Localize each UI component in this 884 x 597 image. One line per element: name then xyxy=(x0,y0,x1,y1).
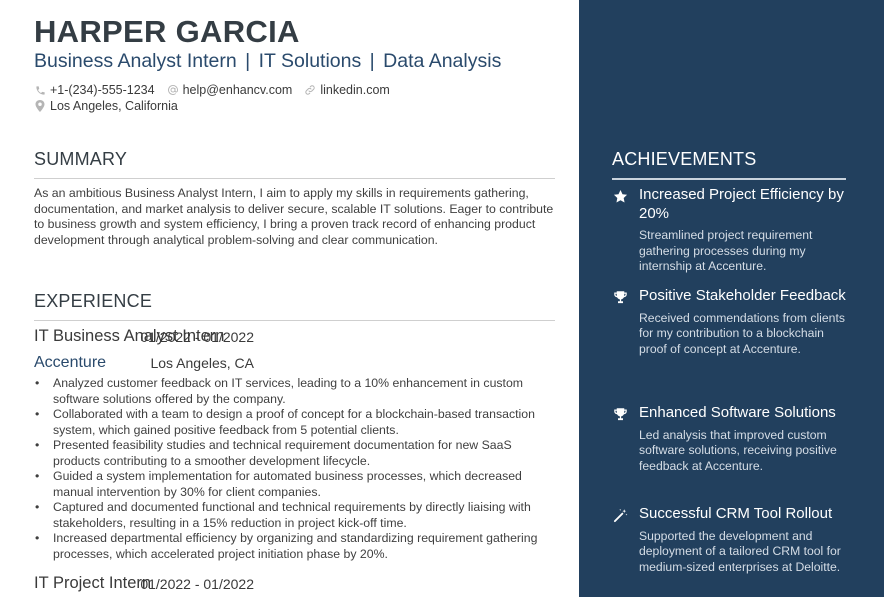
bullet-text: Increased departmental efficiency by org… xyxy=(53,531,538,561)
contact-email[interactable]: help@enhancv.com xyxy=(167,83,293,97)
bullet-item: • Analyzed customer feedback on IT servic… xyxy=(34,376,559,407)
job-title: IT Project Intern xyxy=(34,574,152,592)
bullet-item: • Captured and documented functional and … xyxy=(34,500,559,531)
bullet-item: • Presented feasibility studies and techn… xyxy=(34,438,559,469)
bullet-dot: • xyxy=(35,438,40,452)
bullet-dot: • xyxy=(35,531,40,545)
achievement-item: Increased Project Efficiency by 20% Stre… xyxy=(612,186,852,275)
bullet-dot: • xyxy=(35,376,40,390)
at-icon xyxy=(167,84,179,96)
bullet-text: Collaborated with a team to design a pro… xyxy=(53,407,535,437)
link-icon xyxy=(304,84,316,96)
headline-focus-1: IT Solutions xyxy=(258,50,362,72)
headline-separator: | xyxy=(245,50,251,72)
achievement-item: Enhanced Software Solutions Led analysis… xyxy=(612,404,852,474)
phone-icon xyxy=(34,84,46,96)
bullet-dot: • xyxy=(35,500,40,514)
summary-divider xyxy=(34,178,555,179)
location-text: Los Angeles, California xyxy=(50,99,178,113)
experience-divider xyxy=(34,320,555,321)
achievement-title: Increased Project Efficiency by 20% xyxy=(639,186,844,222)
email-address: help@enhancv.com xyxy=(182,83,293,97)
bullet-text: Analyzed customer feedback on IT service… xyxy=(53,376,524,406)
bullet-text: Presented feasibility studies and techni… xyxy=(53,438,512,468)
summary-heading: SUMMARY xyxy=(34,149,128,169)
bullet-item: • Collaborated with a team to design a pr… xyxy=(34,407,559,438)
job-bullets: • Analyzed customer feedback on IT servic… xyxy=(34,376,559,562)
star-icon xyxy=(612,188,628,204)
contact-phone[interactable]: +1-(234)-555-1234 xyxy=(34,83,155,97)
trophy-icon xyxy=(612,406,628,422)
achievement-item: Successful CRM Tool Rollout Supported th… xyxy=(612,505,852,575)
map-pin-icon xyxy=(34,100,46,112)
magic-wand-icon xyxy=(612,507,628,523)
headline-role: Business Analyst Intern xyxy=(34,50,237,72)
contact-link[interactable]: linkedin.com xyxy=(304,83,390,97)
achievements-divider xyxy=(612,178,846,180)
contact-info: +1-(234)-555-1234 help@enhancv.com linke… xyxy=(34,82,402,114)
achievement-description: Streamlined project requirement gatherin… xyxy=(639,228,813,273)
job-dates: 01/2022 - 01/2022 xyxy=(140,329,254,345)
achievements-heading: ACHIEVEMENTS xyxy=(612,149,757,169)
company-name: Accenture xyxy=(34,354,107,371)
headline-separator: | xyxy=(369,50,375,72)
headline: Business Analyst Intern | IT Solutions |… xyxy=(34,50,501,73)
bullet-text: Guided a system implementation for autom… xyxy=(53,469,522,499)
headline-focus-2: Data Analysis xyxy=(383,50,502,72)
achievement-description: Led analysis that improved custom softwa… xyxy=(639,427,837,473)
summary-text: As an ambitious Business Analyst Intern,… xyxy=(34,186,554,247)
bullet-item: • Guided a system implementation for auto… xyxy=(34,469,559,500)
bullet-item: • Increased departmental efficiency by or… xyxy=(34,531,559,562)
contact-location: Los Angeles, California xyxy=(34,99,178,113)
achievement-title: Successful CRM Tool Rollout xyxy=(639,505,833,522)
linkedin-url: linkedin.com xyxy=(320,83,390,97)
resume-main-column: HARPER GARCIA Business Analyst Intern | … xyxy=(0,0,579,597)
contact-row: +1-(234)-555-1234 help@enhancv.com linke… xyxy=(34,82,402,98)
experience-heading: EXPERIENCE xyxy=(34,291,153,311)
bullet-dot: • xyxy=(35,469,40,483)
trophy-icon xyxy=(612,289,628,305)
achievement-title: Enhanced Software Solutions xyxy=(639,404,836,421)
job-dates: 01/2022 - 01/2022 xyxy=(140,576,254,592)
achievement-item: Positive Stakeholder Feedback Received c… xyxy=(612,287,852,357)
contact-row: Los Angeles, California xyxy=(34,98,402,114)
achievement-title: Positive Stakeholder Feedback xyxy=(639,287,846,304)
bullet-dot: • xyxy=(35,407,40,421)
achievement-description: Supported the development and deployment… xyxy=(639,528,841,574)
job-location: Los Angeles, CA xyxy=(150,355,254,371)
bullet-text: Captured and documented functional and t… xyxy=(53,500,531,530)
candidate-name: HARPER GARCIA xyxy=(34,14,300,49)
achievement-description: Received commendations from clients for … xyxy=(639,310,845,356)
phone-number: +1-(234)-555-1234 xyxy=(50,83,155,97)
